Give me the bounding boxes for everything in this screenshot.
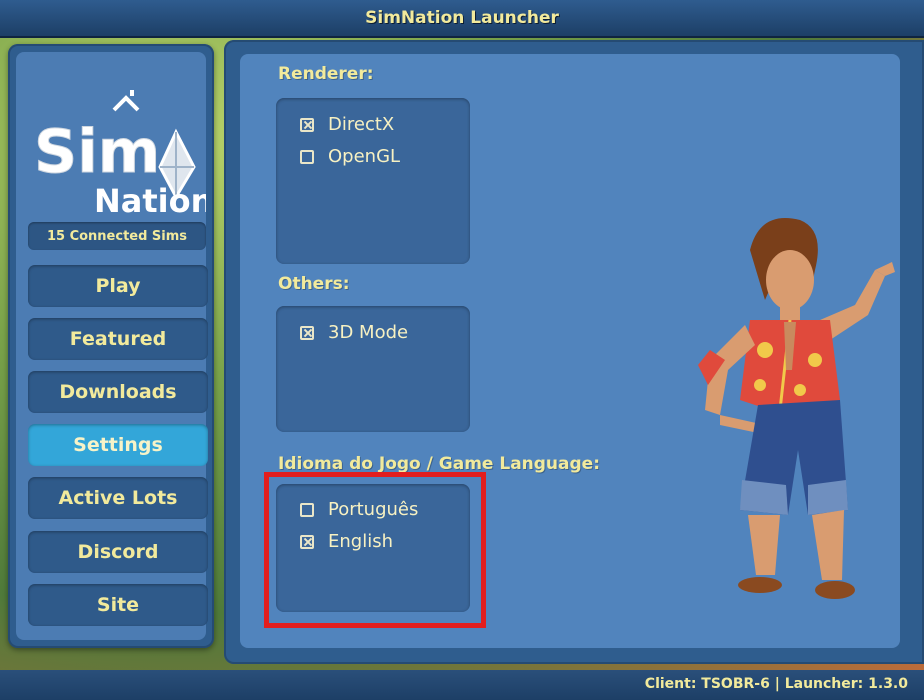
site-button[interactable]: Site <box>28 584 208 626</box>
sim-character-image <box>698 218 895 599</box>
connected-sims-badge: 15 Connected Sims <box>28 222 206 250</box>
3d-mode-label: 3D Mode <box>328 322 409 343</box>
english-label: English <box>328 531 393 552</box>
renderer-label: Renderer: <box>278 64 374 84</box>
english-option[interactable]: English <box>300 531 393 552</box>
directx-label: DirectX <box>328 114 395 135</box>
sidebar-panel: Sim Nation 15 Connected Sims Play Featur… <box>16 52 208 640</box>
active-lots-button[interactable]: Active Lots <box>28 477 208 519</box>
discord-button[interactable]: Discord <box>28 531 208 573</box>
logo-text-sim: Sim <box>34 117 160 187</box>
3d-mode-checkbox[interactable] <box>300 325 314 340</box>
3d-mode-option[interactable]: 3D Mode <box>300 322 408 343</box>
language-label: Idioma do Jogo / Game Language: <box>278 454 601 474</box>
directx-checkbox[interactable] <box>300 117 314 132</box>
portugues-label: Português <box>328 499 419 520</box>
simnation-logo: Sim Nation <box>34 90 206 220</box>
portugues-option[interactable]: Português <box>300 499 418 520</box>
english-checkbox[interactable] <box>300 534 314 549</box>
opengl-checkbox[interactable] <box>300 149 314 164</box>
opengl-option[interactable]: OpenGL <box>300 146 400 167</box>
sidebar: Sim Nation 15 Connected Sims Play Featur… <box>8 44 214 648</box>
portugues-checkbox[interactable] <box>300 502 314 517</box>
others-label: Others: <box>278 274 350 294</box>
settings-button[interactable]: Settings <box>28 424 208 466</box>
house-icon <box>112 90 140 112</box>
downloads-button[interactable]: Downloads <box>28 371 208 413</box>
version-status: Client: TSOBR-6 | Launcher: 1.3.0 <box>644 676 908 692</box>
directx-option[interactable]: DirectX <box>300 114 394 135</box>
featured-button[interactable]: Featured <box>28 318 208 360</box>
window-title: SimNation Launcher <box>365 8 559 28</box>
opengl-label: OpenGL <box>328 146 401 167</box>
logo-text-nation: Nation <box>94 182 206 220</box>
play-button[interactable]: Play <box>28 265 208 307</box>
title-bar: SimNation Launcher <box>0 0 924 38</box>
